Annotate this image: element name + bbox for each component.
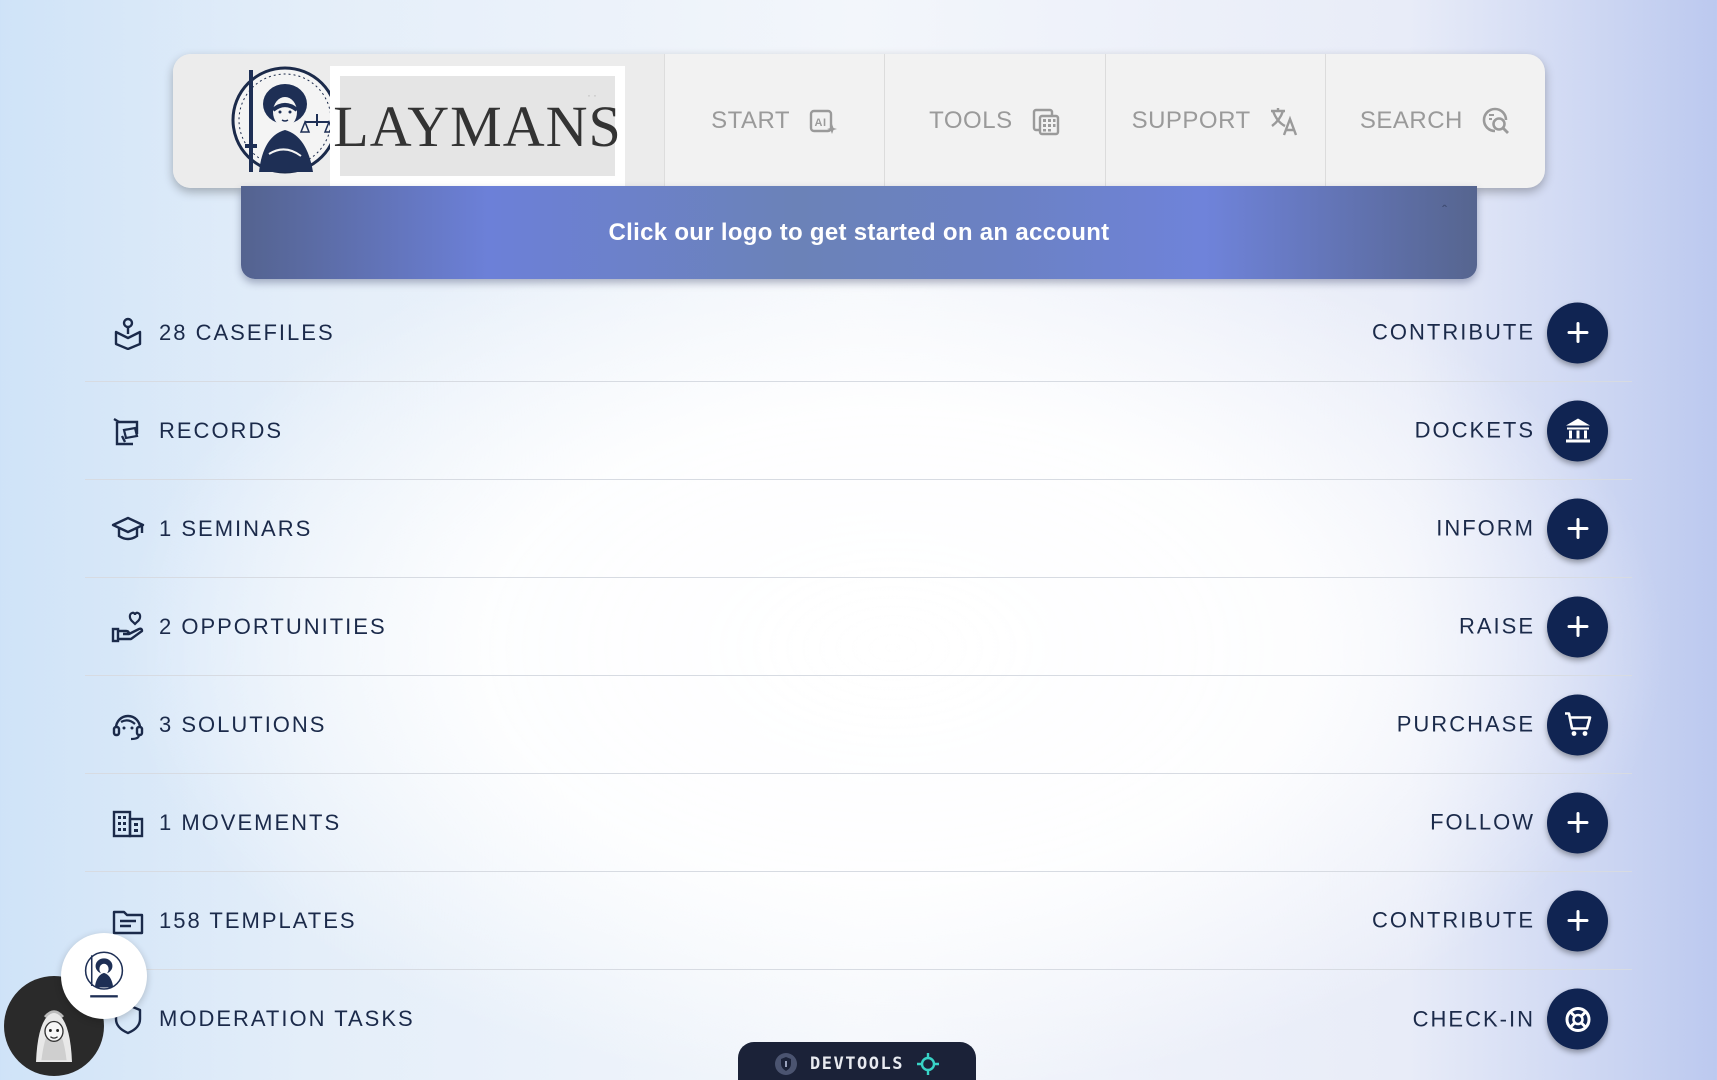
row-action-label[interactable]: DOCKETS xyxy=(1415,418,1535,444)
inform-button[interactable] xyxy=(1547,498,1608,559)
logo-text: LAYMANS xyxy=(333,93,622,159)
list-item-casefiles[interactable]: 28 CASEFILES CONTRIBUTE xyxy=(85,284,1632,382)
devtools-toggle[interactable]: DEVTOOLS xyxy=(738,1042,976,1080)
row-label: 1 SEMINARS xyxy=(159,515,313,541)
row-action-label[interactable]: PURCHASE xyxy=(1397,712,1535,738)
building-icon xyxy=(111,806,145,840)
row-label: 158 TEMPLATES xyxy=(159,907,357,933)
get-started-banner[interactable]: Click our logo to get started on an acco… xyxy=(241,186,1477,279)
bank-icon xyxy=(1565,418,1590,443)
follow-button[interactable] xyxy=(1547,792,1608,853)
cart-icon xyxy=(1564,712,1591,736)
nav-start[interactable]: START AI xyxy=(665,54,886,188)
ai-sparkle-icon: AI xyxy=(808,106,838,136)
row-action-label[interactable]: INFORM xyxy=(1436,516,1535,542)
translate-icon xyxy=(1269,106,1299,136)
plus-icon xyxy=(1567,910,1588,931)
contribute-button[interactable] xyxy=(1547,302,1608,363)
folder-icon xyxy=(111,904,145,938)
justice-emblem-logo[interactable] xyxy=(229,64,337,176)
devtools-shield-icon xyxy=(775,1053,798,1075)
contribute-templates-button[interactable] xyxy=(1547,890,1608,951)
nav-tools-label: TOOLS xyxy=(929,107,1013,134)
logo-link[interactable]: LAYMANS ·· xyxy=(173,54,665,188)
nav-support-label: SUPPORT xyxy=(1131,107,1251,134)
plus-icon xyxy=(1567,812,1588,833)
plus-icon xyxy=(1567,322,1588,343)
list-item-opportunities[interactable]: 2 OPPORTUNITIES RAISE xyxy=(85,578,1632,676)
list-item-seminars[interactable]: 1 SEMINARS INFORM xyxy=(85,480,1632,578)
row-label: 3 SOLUTIONS xyxy=(159,711,327,737)
laymans-mini-logo-button[interactable] xyxy=(61,933,147,1019)
list-item-movements[interactable]: 1 MOVEMENTS FOLLOW xyxy=(85,774,1632,872)
banner-close-icon[interactable]: ˆ xyxy=(1442,202,1447,218)
nav-search-label: SEARCH xyxy=(1359,107,1463,134)
dockets-button[interactable] xyxy=(1547,400,1608,461)
banner-message: Click our logo to get started on an acco… xyxy=(608,218,1110,246)
row-action-label[interactable]: FOLLOW xyxy=(1430,810,1535,836)
check-in-button[interactable] xyxy=(1547,988,1608,1050)
logo-dots: ·· xyxy=(587,88,599,102)
purchase-button[interactable] xyxy=(1547,694,1608,755)
row-label: 1 MOVEMENTS xyxy=(159,809,342,835)
list-item-templates[interactable]: 158 TEMPLATES CONTRIBUTE xyxy=(85,872,1632,970)
top-navigation-bar: LAYMANS ·· START AI TOOLS SUPPORT SEARCH xyxy=(173,54,1545,188)
row-action-label[interactable]: CONTRIBUTE xyxy=(1372,908,1535,934)
support-agent-icon xyxy=(111,708,145,742)
lifebuoy-icon xyxy=(1565,1006,1590,1032)
records-icon xyxy=(111,414,145,448)
nav-tools[interactable]: TOOLS xyxy=(885,54,1106,188)
row-label: 2 OPPORTUNITIES xyxy=(159,613,387,639)
nav-start-label: START xyxy=(711,107,791,134)
row-action-label[interactable]: CONTRIBUTE xyxy=(1372,320,1535,346)
logo-wordmark[interactable]: LAYMANS ·· xyxy=(330,66,625,186)
crosshair-icon[interactable] xyxy=(916,1052,940,1076)
devtools-label: DEVTOOLS xyxy=(810,1054,904,1074)
list-item-records[interactable]: RECORDS DOCKETS xyxy=(85,382,1632,480)
plus-icon xyxy=(1567,518,1588,539)
case-box-icon xyxy=(111,316,145,350)
row-label: 28 CASEFILES xyxy=(159,319,335,345)
nav-support[interactable]: SUPPORT xyxy=(1106,54,1326,188)
plus-icon xyxy=(1567,616,1588,637)
section-list: 28 CASEFILES CONTRIBUTE RECORDS DOCKETS xyxy=(85,284,1632,1068)
search-doc-icon xyxy=(1481,106,1511,136)
raise-button[interactable] xyxy=(1547,596,1608,657)
calculator-icon xyxy=(1031,106,1061,136)
row-label: MODERATION TASKS xyxy=(159,1006,415,1031)
nav-search[interactable]: SEARCH xyxy=(1326,54,1545,188)
hand-heart-icon xyxy=(111,610,145,644)
row-label: RECORDS xyxy=(159,417,284,443)
justice-emblem-mini-icon xyxy=(84,951,124,998)
row-action-label[interactable]: RAISE xyxy=(1459,614,1535,640)
graduation-cap-icon xyxy=(111,512,145,546)
list-item-solutions[interactable]: 3 SOLUTIONS PURCHASE xyxy=(85,676,1632,774)
row-action-label[interactable]: CHECK-IN xyxy=(1413,1006,1535,1032)
svg-text:AI: AI xyxy=(815,117,827,129)
